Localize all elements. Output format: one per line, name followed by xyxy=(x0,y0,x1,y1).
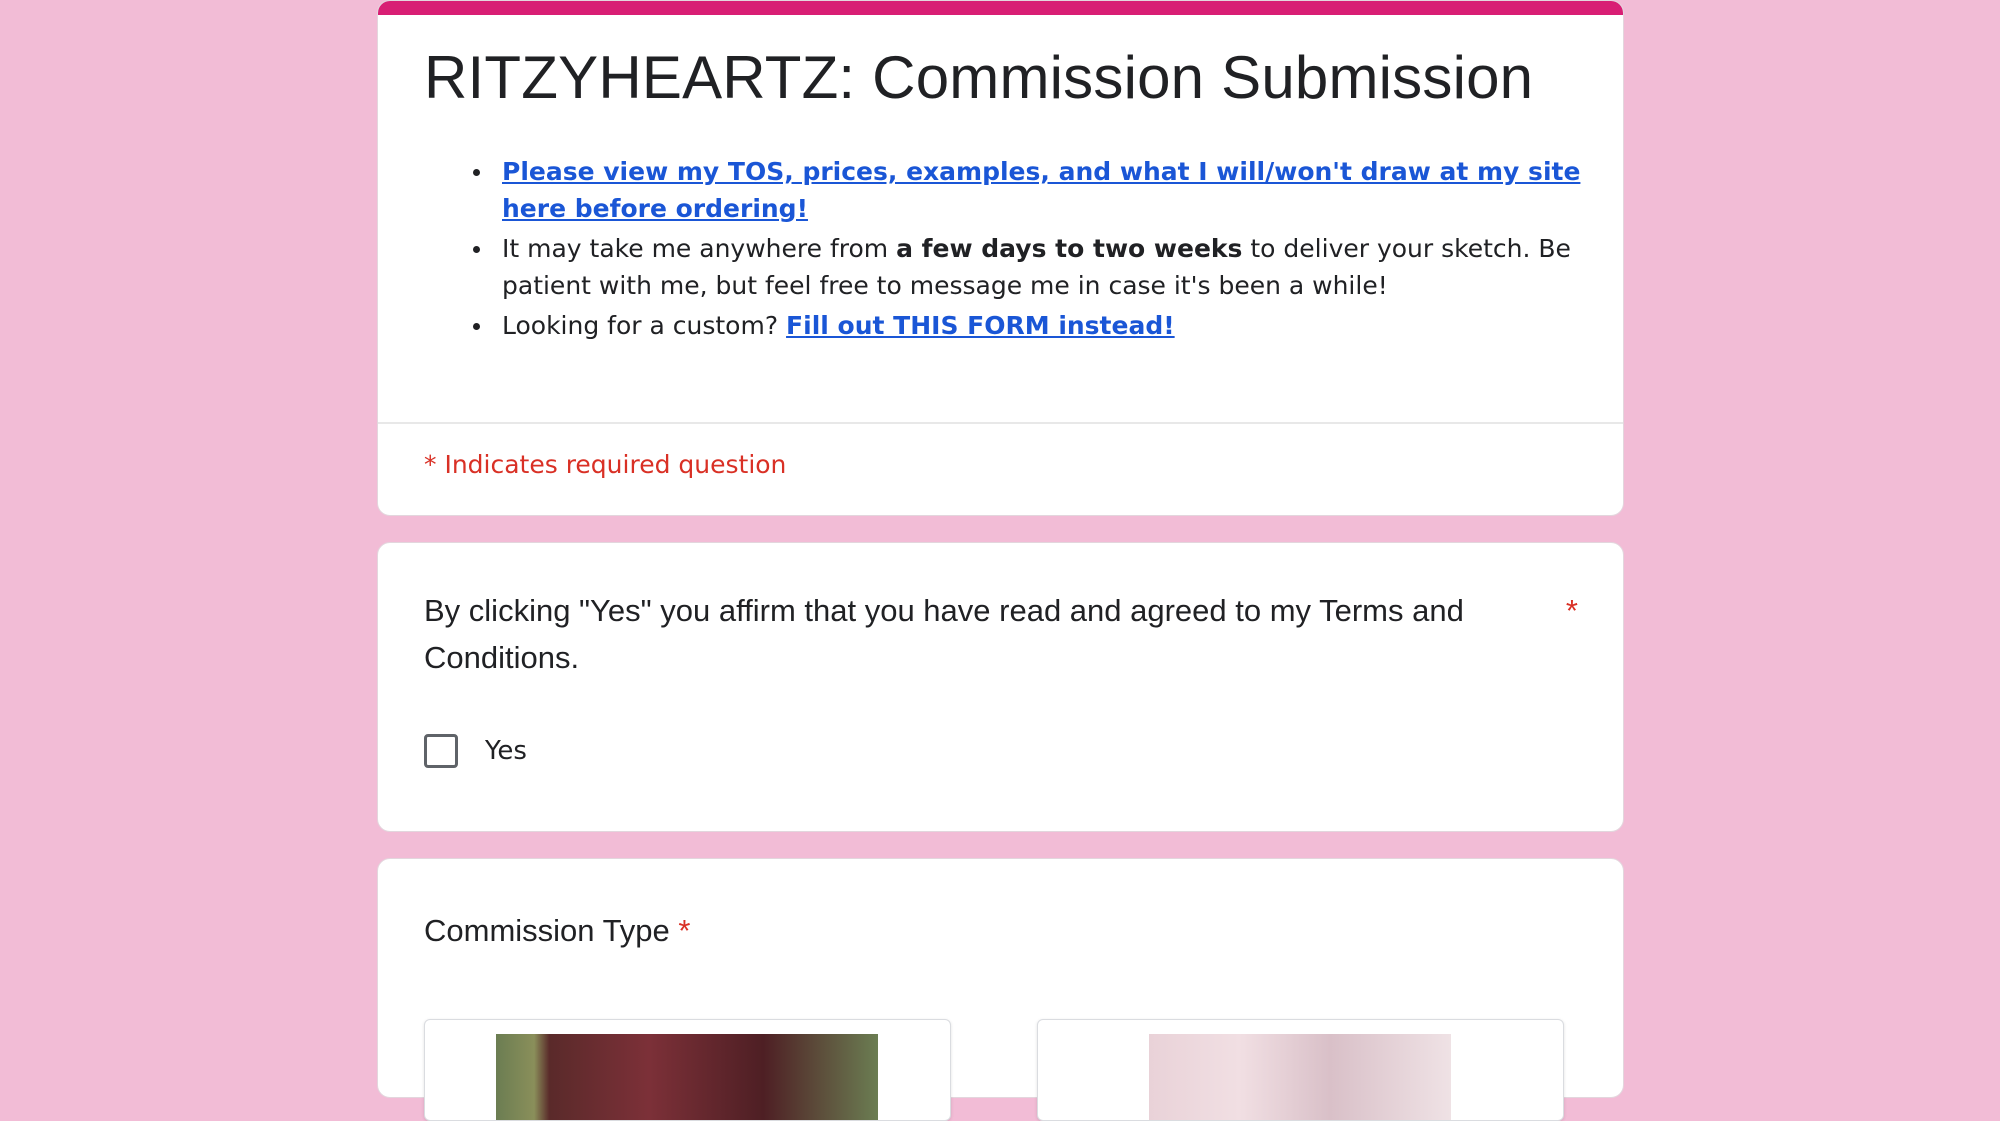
required-asterisk: * xyxy=(1565,593,1578,628)
form-description: Please view my TOS, prices, examples, an… xyxy=(424,153,1623,347)
checkbox-yes[interactable] xyxy=(424,734,458,768)
custom-form-link[interactable]: Fill out THIS FORM instead! xyxy=(786,311,1175,340)
commission-example-image xyxy=(1149,1034,1451,1120)
form-title: RITZYHEARTZ: Commission Submission xyxy=(424,44,1534,111)
delivery-text-pre: It may take me anywhere from xyxy=(502,234,897,263)
accent-bar xyxy=(378,1,1623,15)
question-card-terms: By clicking "Yes" you affirm that you ha… xyxy=(377,542,1624,832)
question-title-text: Commission Type xyxy=(424,913,670,948)
description-item-tos: Please view my TOS, prices, examples, an… xyxy=(473,153,1623,227)
description-item-custom: Looking for a custom? Fill out THIS FORM… xyxy=(473,307,1623,344)
header-divider xyxy=(378,422,1623,424)
required-note: * Indicates required question xyxy=(424,450,787,479)
question-title: By clicking "Yes" you affirm that you ha… xyxy=(424,593,1464,675)
form-header-card: RITZYHEARTZ: Commission Submission Pleas… xyxy=(377,0,1624,516)
custom-text: Looking for a custom? xyxy=(502,311,787,340)
required-asterisk: * xyxy=(678,913,691,948)
form-column: RITZYHEARTZ: Commission Submission Pleas… xyxy=(377,0,1624,1121)
checkbox-option-yes[interactable]: Yes xyxy=(424,730,527,772)
commission-option-tile[interactable] xyxy=(1037,1019,1564,1121)
commission-example-image xyxy=(496,1034,878,1120)
question-card-commission-type: Commission Type * xyxy=(377,858,1624,1121)
description-item-delivery: It may take me anywhere from a few days … xyxy=(473,230,1623,304)
commission-option-tile[interactable] xyxy=(424,1019,951,1121)
question-title: Commission Type * xyxy=(424,907,691,954)
checkbox-label: Yes xyxy=(485,736,527,766)
delivery-time-bold: a few days to two weeks xyxy=(896,234,1243,263)
tos-link[interactable]: Please view my TOS, prices, examples, an… xyxy=(502,157,1580,223)
